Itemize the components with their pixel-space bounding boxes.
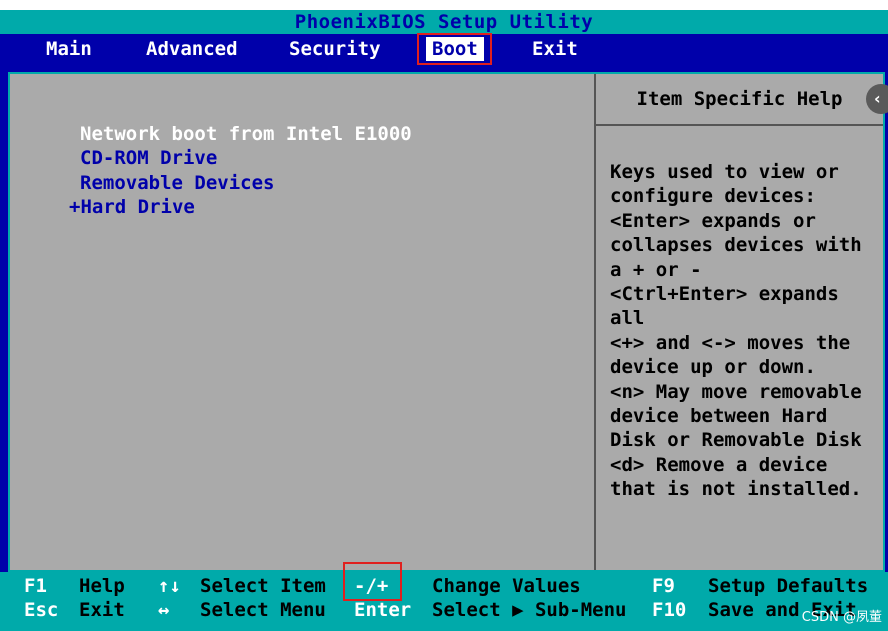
key-esc: Esc — [24, 599, 59, 621]
boot-tab-highlight — [417, 33, 492, 65]
key-f1-desc: Help — [79, 575, 125, 597]
key-esc-desc: Exit — [79, 599, 125, 621]
key-updown-desc: Select Item — [200, 575, 326, 597]
boot-order-list: Network boot from Intel E1000 CD-ROM Dri… — [10, 74, 596, 570]
status-bar: F1 Help ↑↓ Select Item -/+ Change Values… — [0, 572, 888, 631]
minus-plus-key-highlight — [343, 562, 402, 601]
key-leftright: ↔ — [158, 599, 170, 621]
key-f9: F9 — [652, 575, 675, 597]
boot-item-hard-drive[interactable]: +Hard Drive — [69, 195, 195, 219]
key-enter: Enter — [354, 599, 412, 621]
menu-exit[interactable]: Exit — [526, 37, 584, 61]
key-f1: F1 — [24, 575, 47, 597]
menu-security[interactable]: Security — [283, 37, 387, 61]
key-minus-plus-desc: Change Values — [432, 575, 581, 597]
help-title: Item Specific Help — [596, 74, 883, 126]
bios-screen: PhoenixBIOS Setup Utility Main Advanced … — [0, 10, 888, 631]
key-enter-desc: Select ▶ Sub-Menu — [432, 599, 627, 621]
key-f9-desc: Setup Defaults — [708, 575, 869, 597]
key-leftright-desc: Select Menu — [200, 599, 326, 621]
main-panel: Network boot from Intel E1000 CD-ROM Dri… — [8, 72, 885, 572]
key-f10: F10 — [652, 599, 687, 621]
boot-item-network[interactable]: Network boot from Intel E1000 — [80, 122, 412, 146]
boot-item-cdrom[interactable]: CD-ROM Drive — [80, 146, 217, 170]
app-title: PhoenixBIOS Setup Utility — [0, 10, 888, 34]
boot-item-removable[interactable]: Removable Devices — [80, 171, 274, 195]
menu-main[interactable]: Main — [40, 37, 98, 61]
help-text: Keys used to view or configure devices: … — [610, 161, 862, 501]
chevron-left-icon[interactable]: ‹ — [866, 84, 888, 114]
watermark: CSDN @夙董 — [801, 610, 882, 625]
help-pane: Item Specific Help Keys used to view or … — [596, 74, 883, 570]
menu-advanced[interactable]: Advanced — [140, 37, 244, 61]
key-updown: ↑↓ — [158, 575, 181, 597]
